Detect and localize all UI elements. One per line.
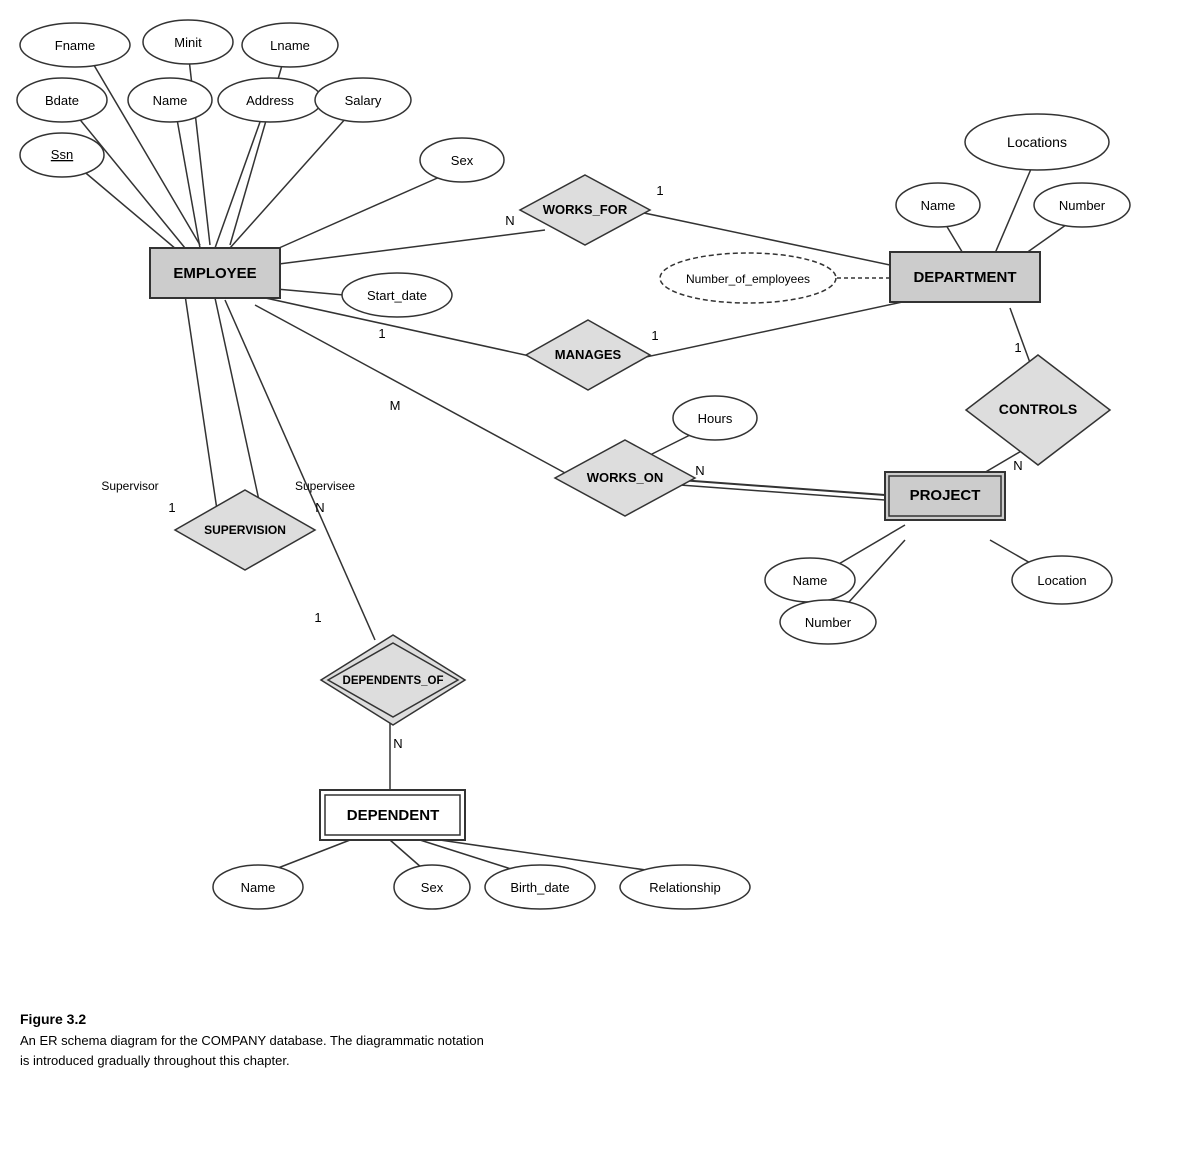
works-for-label: WORKS_FOR [543,202,628,217]
dept-name-attr: Name [921,198,956,213]
proj-name-attr: Name [793,573,828,588]
dep-name-attr: Name [241,880,276,895]
works-on-label: WORKS_ON [587,470,664,485]
works-on-m: M [390,398,401,413]
supervision-1: 1 [168,500,175,515]
supervision-n: N [315,500,324,515]
start-date-attr: Start_date [367,288,427,303]
fname-attr: Fname [55,38,95,53]
employee-label: EMPLOYEE [173,265,256,282]
manages-1-dept: 1 [651,328,658,343]
controls-label: CONTROLS [999,401,1078,417]
supervisor-label: Supervisor [101,479,158,493]
sex-emp-attr: Sex [451,153,474,168]
works-on-n: N [695,463,704,478]
works-for-1: 1 [656,183,663,198]
dep-sex-attr: Sex [421,880,444,895]
proj-number-attr: Number [805,615,852,630]
relationship-attr: Relationship [649,880,721,895]
er-diagram-svg: EMPLOYEE DEPARTMENT PROJECT DEPENDENT WO… [0,0,1201,1080]
location-attr: Location [1037,573,1086,588]
birth-date-attr: Birth_date [510,880,569,895]
dependents-of-label: DEPENDENTS_OF [343,675,444,687]
hours-attr: Hours [698,411,733,426]
lname-attr: Lname [270,38,310,53]
dept-number-attr: Number [1059,198,1106,213]
controls-1: 1 [1014,340,1021,355]
dependents-of-n: N [393,736,402,751]
manages-label: MANAGES [555,347,622,362]
manages-1-emp: 1 [378,326,385,341]
minit-attr: Minit [174,35,202,50]
supervisee-label: Supervisee [295,479,355,493]
num-employees-attr: Number_of_employees [686,272,810,286]
dependents-of-1: 1 [314,610,321,625]
department-label: DEPARTMENT [913,269,1016,286]
address-attr: Address [246,93,294,108]
salary-attr: Salary [345,93,382,108]
name-emp-attr: Name [153,93,188,108]
caption-line1: An ER schema diagram for the COMPANY dat… [20,1031,1180,1051]
ssn-attr: Ssn [51,147,73,162]
supervision-label: SUPERVISION [204,523,286,537]
project-label: PROJECT [910,487,981,504]
works-for-n: N [505,213,514,228]
dependent-label: DEPENDENT [347,807,440,824]
figure-caption: Figure 3.2 An ER schema diagram for the … [20,1001,1180,1080]
bdate-attr: Bdate [45,93,79,108]
er-diagram-container: EMPLOYEE DEPARTMENT PROJECT DEPENDENT WO… [0,0,1201,1080]
figure-title: Figure 3.2 [20,1011,1180,1027]
caption-line2: is introduced gradually throughout this … [20,1051,1180,1071]
locations-attr: Locations [1007,134,1067,150]
controls-n: N [1013,458,1022,473]
